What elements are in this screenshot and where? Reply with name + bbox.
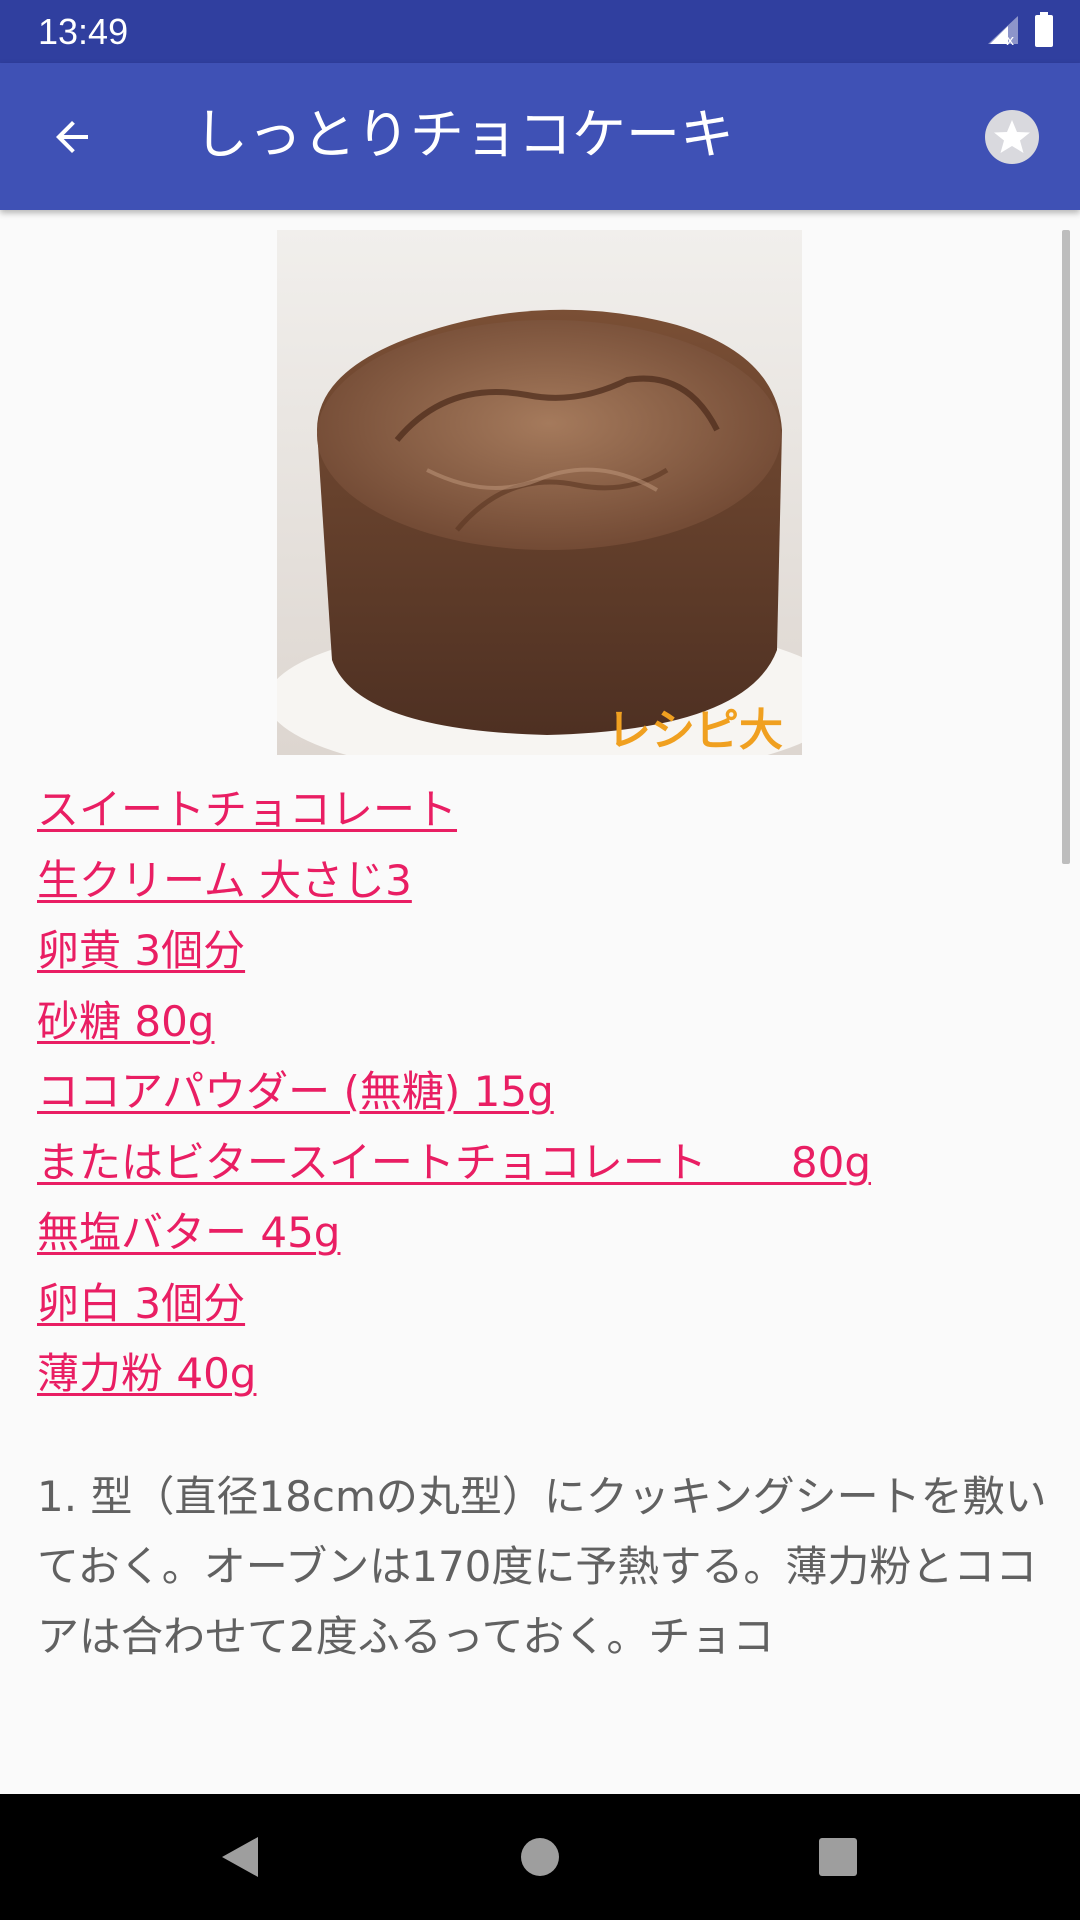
scrollbar[interactable] xyxy=(1062,230,1070,864)
nav-home-circle-icon xyxy=(521,1838,559,1876)
recipe-content[interactable]: レシピ大 スイートチョコレート 生クリーム 大さじ3 卵黄 3個分 砂糖 80g… xyxy=(0,210,1080,1794)
nav-home-button[interactable] xyxy=(510,1827,570,1887)
status-icons: x xyxy=(984,12,1054,52)
status-time: 13:49 xyxy=(38,11,129,52)
ingredient-link[interactable]: スイートチョコレート xyxy=(37,775,871,846)
nav-recents-square-icon xyxy=(819,1838,857,1876)
ingredient-link[interactable]: 卵白 3個分 xyxy=(37,1269,871,1340)
system-nav-bar xyxy=(0,1794,1080,1920)
ingredient-list: スイートチョコレート 生クリーム 大さじ3 卵黄 3個分 砂糖 80g ココアパ… xyxy=(37,775,871,1410)
nav-recents-button[interactable] xyxy=(808,1827,868,1887)
page-title: しっとりチョコケーキ xyxy=(194,103,734,166)
nav-back-triangle-icon xyxy=(222,1837,258,1877)
favorite-button[interactable] xyxy=(980,105,1044,169)
app-bar: しっとりチョコケーキ xyxy=(0,63,1080,210)
status-bar: 13:49 x xyxy=(0,0,1080,63)
arrow-back-icon xyxy=(56,121,88,153)
ingredient-link[interactable]: 薄力粉 40g xyxy=(37,1339,871,1410)
ingredient-link[interactable]: 卵黄 3個分 xyxy=(37,916,871,987)
ingredient-link[interactable]: 砂糖 80g xyxy=(37,987,871,1058)
nav-back-button[interactable] xyxy=(210,1827,270,1887)
ingredient-link[interactable]: 無塩バター 45g xyxy=(37,1198,871,1269)
star-icon xyxy=(985,110,1039,164)
image-watermark: レシピ大 xyxy=(607,705,783,755)
battery-icon xyxy=(1034,12,1054,52)
ingredient-link[interactable]: またはビタースイートチョコレート 80g xyxy=(37,1128,871,1199)
recipe-image: レシピ大 xyxy=(277,230,802,755)
recipe-instructions: 1. 型（直径18cmの丸型）にクッキングシートを敷いておく。オーブンは170度… xyxy=(37,1472,1047,1661)
cell-signal-icon: x xyxy=(984,14,1020,50)
back-button[interactable] xyxy=(30,95,114,179)
ingredient-link[interactable]: 生クリーム 大さじ3 xyxy=(37,846,871,917)
ingredient-link[interactable]: ココアパウダー (無糖) 15g xyxy=(37,1057,871,1128)
svg-text:x: x xyxy=(1006,33,1014,46)
